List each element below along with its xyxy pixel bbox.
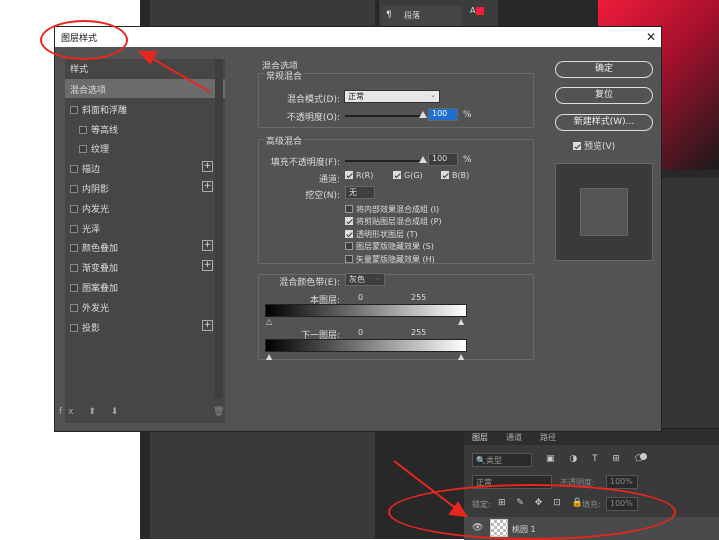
annotation-arrows (137, 51, 468, 518)
annotation-arrow-1 (147, 55, 211, 93)
annotation-arrowhead-1 (137, 51, 158, 65)
annotation-arrow-2 (393, 460, 459, 511)
